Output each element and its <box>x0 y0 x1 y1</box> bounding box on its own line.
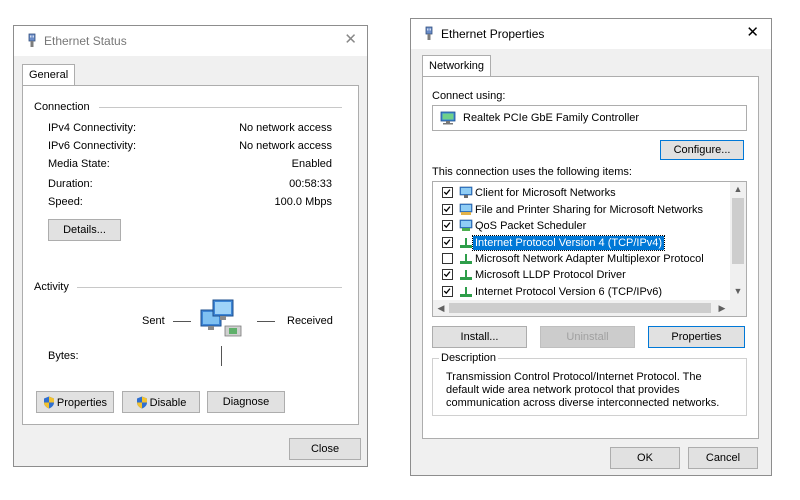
ethernet-status-window: Ethernet Status ✕ General Connection IPv… <box>13 25 368 467</box>
details-button[interactable]: Details... <box>48 219 121 241</box>
received-line <box>257 321 275 322</box>
properties-titlebar: Ethernet Properties ✕ <box>411 19 771 49</box>
duration-label: Duration: <box>48 178 93 190</box>
properties-close-icon[interactable]: ✕ <box>746 25 759 41</box>
vertical-scrollbar[interactable]: ▲ ▼ <box>730 182 746 300</box>
network-activity-icon <box>200 299 242 337</box>
item-lldp-label[interactable]: Microsoft LLDP Protocol Driver <box>473 268 628 282</box>
status-window-title: Ethernet Status <box>44 34 127 48</box>
tab-general-label: General <box>29 69 69 81</box>
network-adapter-icon <box>440 111 456 125</box>
items-label: This connection uses the following items… <box>432 166 632 178</box>
description-heading: Description <box>439 352 499 364</box>
network-client-icon <box>459 186 473 198</box>
ipv6-value: No network access <box>239 140 332 152</box>
ok-button[interactable]: OK <box>610 447 680 469</box>
media-state-label: Media State: <box>48 158 110 170</box>
checkbox-ipv6[interactable] <box>442 286 453 297</box>
ethernet-properties-window: Ethernet Properties ✕ Networking Connect… <box>410 18 772 476</box>
tab-general[interactable]: General <box>22 64 76 86</box>
install-button[interactable]: Install... <box>432 326 527 348</box>
scroll-up-icon[interactable]: ▲ <box>730 184 746 194</box>
scroll-right-icon[interactable]: ▶ <box>716 303 728 314</box>
properties-window-title: Ethernet Properties <box>441 27 545 41</box>
ipv6-label: IPv6 Connectivity: <box>48 140 137 152</box>
vertical-scroll-thumb[interactable] <box>732 198 744 264</box>
disable-button[interactable]: Disable <box>122 391 200 413</box>
checkbox-client[interactable] <box>442 187 453 198</box>
speed-label: Speed: <box>48 196 83 208</box>
item-qos-label[interactable]: QoS Packet Scheduler <box>473 219 588 233</box>
status-titlebar: Ethernet Status ✕ <box>14 26 367 56</box>
horizontal-scrollbar[interactable]: ◀ ▶ <box>433 300 730 316</box>
file-printer-sharing-icon <box>459 203 473 215</box>
received-label: Received <box>287 315 333 327</box>
bytes-label: Bytes: <box>48 350 79 362</box>
duration-value: 00:58:33 <box>289 178 332 190</box>
ethernet-plug-icon <box>425 26 433 40</box>
item-file-printer-label[interactable]: File and Printer Sharing for Microsoft N… <box>473 203 705 217</box>
bytes-divider <box>221 346 222 366</box>
item-ipv4-label[interactable]: Internet Protocol Version 4 (TCP/IPv4) <box>471 235 666 251</box>
description-text: Transmission Control Protocol/Internet P… <box>446 371 720 409</box>
connection-heading: Connection <box>34 101 90 113</box>
scroll-down-icon[interactable]: ▼ <box>730 286 746 296</box>
item-ipv6-label[interactable]: Internet Protocol Version 6 (TCP/IPv6) <box>473 285 664 299</box>
item-client-label[interactable]: Client for Microsoft Networks <box>473 186 618 200</box>
disable-label: Disable <box>149 396 187 409</box>
speed-value: 100.0 Mbps <box>274 196 332 208</box>
uac-shield-icon <box>43 396 54 408</box>
adapter-box: Realtek PCIe GbE Family Controller <box>432 105 747 131</box>
status-close-button[interactable]: Close <box>289 438 361 460</box>
components-list[interactable]: Client for Microsoft Networks File and P… <box>432 181 747 317</box>
checkbox-multiplexor[interactable] <box>442 253 453 264</box>
uac-shield-icon <box>136 396 147 408</box>
media-state-value: Enabled <box>291 158 332 170</box>
activity-heading: Activity <box>34 281 69 293</box>
protocol-icon <box>460 254 472 264</box>
description-group: Description Transmission Control Protoco… <box>432 352 747 416</box>
status-close-icon[interactable]: ✕ <box>344 32 357 48</box>
adapter-name: Realtek PCIe GbE Family Controller <box>463 112 640 124</box>
sent-line <box>173 321 191 322</box>
uninstall-button[interactable]: Uninstall <box>540 326 635 348</box>
connect-using-label: Connect using: <box>432 90 506 102</box>
protocol-icon <box>460 238 472 248</box>
tab-networking-label: Networking <box>429 60 485 72</box>
ipv4-label: IPv4 Connectivity: <box>48 122 137 134</box>
checkbox-file-printer-sharing[interactable] <box>442 204 453 215</box>
cancel-button[interactable]: Cancel <box>688 447 758 469</box>
sent-label: Sent <box>142 315 165 327</box>
status-properties-button[interactable]: Properties <box>36 391 114 413</box>
general-panel <box>22 85 359 425</box>
checkbox-ipv4[interactable] <box>442 237 453 248</box>
item-properties-button[interactable]: Properties <box>648 326 745 348</box>
protocol-icon <box>460 287 472 297</box>
horizontal-scroll-thumb[interactable] <box>449 303 711 313</box>
checkbox-lldp[interactable] <box>442 269 453 280</box>
diagnose-button[interactable]: Diagnose <box>207 391 285 413</box>
tab-networking[interactable]: Networking <box>422 55 492 77</box>
protocol-icon <box>460 270 472 280</box>
checkbox-qos[interactable] <box>442 220 453 231</box>
item-multiplexor-label[interactable]: Microsoft Network Adapter Multiplexor Pr… <box>473 252 706 266</box>
connection-divider <box>99 107 342 108</box>
configure-button[interactable]: Configure... <box>660 140 744 160</box>
status-properties-label: Properties <box>56 396 108 409</box>
ipv4-value: No network access <box>239 122 332 134</box>
scroll-corner <box>730 300 746 316</box>
scroll-left-icon[interactable]: ◀ <box>435 303 447 314</box>
activity-divider <box>77 287 342 288</box>
ethernet-plug-icon <box>28 33 36 47</box>
qos-scheduler-icon <box>459 219 473 231</box>
